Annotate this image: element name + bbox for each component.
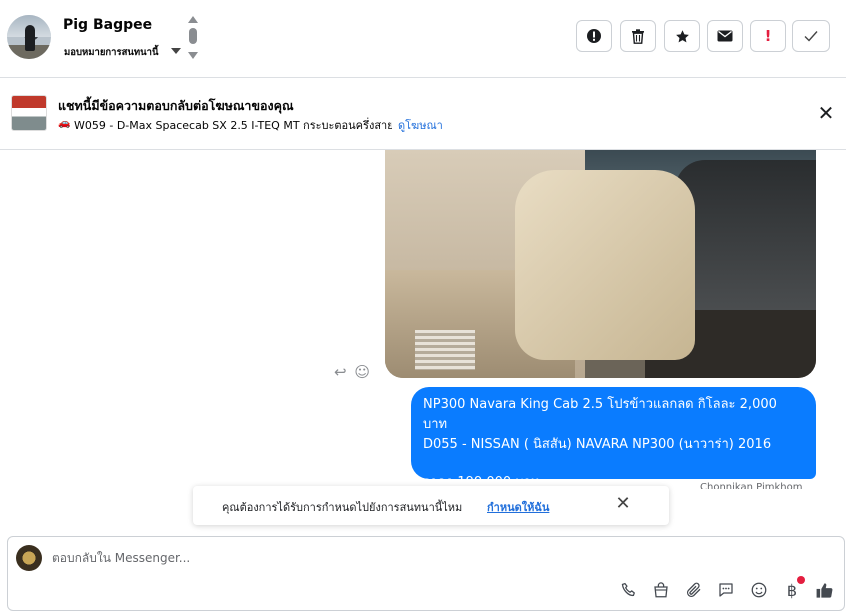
notification-dot: [797, 576, 805, 584]
star-icon: [675, 29, 689, 42]
page-avatar: [16, 545, 42, 571]
ad-description: W059 - D-Max Spacecab SX 2.5 I-TEQ MT กร…: [74, 119, 392, 132]
phone-icon[interactable]: [620, 581, 640, 601]
saved-replies-icon[interactable]: [717, 581, 737, 601]
caret-down-icon[interactable]: [171, 48, 181, 54]
notice-text: คุณต้องการได้รับการกำหนดไปยังการสนทนานี้…: [222, 501, 463, 514]
thumbs-up-icon[interactable]: [815, 581, 835, 601]
alert-circle-icon: [587, 29, 601, 43]
car-icon: 🚗: [58, 118, 71, 129]
ad-thumbnail[interactable]: [11, 95, 47, 131]
delete-button[interactable]: [620, 20, 656, 52]
baht-payment-icon[interactable]: ฿: [782, 581, 802, 601]
sender-name: Chonnikan Pimkhom: [700, 482, 803, 489]
shopping-bag-icon[interactable]: [652, 581, 672, 601]
important-button[interactable]: !: [750, 20, 786, 52]
message-photo[interactable]: [385, 150, 816, 378]
message-line-2: D055 - NISSAN ( นิสสัน) NAVARA NP300 (นา…: [423, 437, 772, 452]
assignment-notice: คุณต้องการได้รับการกำหนดไปยังการสนทนานี้…: [193, 486, 669, 525]
close-icon[interactable]: ✕: [614, 495, 632, 513]
assign-conversation-dropdown[interactable]: มอบหมายการสนทนานี้: [64, 45, 159, 60]
view-ad-link[interactable]: ดูโฆษณา: [398, 116, 443, 134]
checkmark-icon: [804, 31, 818, 42]
message-line-1: NP300 Navara King Cab 2.5 โปรข้าวแลกลด ก…: [423, 397, 777, 432]
reply-input[interactable]: [52, 551, 652, 565]
mail-button[interactable]: [707, 20, 743, 52]
scroll-handle[interactable]: [189, 28, 197, 44]
message-composer: ฿: [7, 536, 845, 611]
next-conversation-icon[interactable]: [188, 52, 198, 59]
previous-conversation-icon[interactable]: [188, 16, 198, 23]
message-actions: ↩ ☺: [334, 363, 370, 381]
envelope-icon: [717, 30, 733, 42]
star-button[interactable]: [664, 20, 700, 52]
emoji-icon[interactable]: [750, 581, 770, 601]
assign-to-me-link[interactable]: กำหนดให้ฉัน: [487, 498, 549, 516]
trash-icon: [632, 28, 644, 44]
conversation-header: Pig Bagpee มอบหมายการสนทนานี้ !: [0, 0, 846, 78]
ad-reply-banner: แชทนี้มีข้อความตอบกลับต่อโฆษณาของคุณ 🚗 W…: [0, 78, 846, 150]
react-smiley-icon[interactable]: ☺: [354, 363, 370, 381]
contact-avatar[interactable]: [7, 15, 51, 59]
close-icon[interactable]: ✕: [815, 102, 837, 124]
report-button[interactable]: [576, 20, 612, 52]
message-bubble[interactable]: NP300 Navara King Cab 2.5 โปรข้าวแลกลด ก…: [411, 387, 816, 490]
done-button[interactable]: [792, 20, 830, 52]
contact-name[interactable]: Pig Bagpee: [63, 17, 152, 33]
ad-banner-title: แชทนี้มีข้อความตอบกลับต่อโฆษณาของคุณ: [58, 98, 294, 113]
exclamation-icon: !: [764, 27, 772, 45]
reply-icon[interactable]: ↩: [334, 363, 347, 381]
attachment-icon[interactable]: [685, 581, 705, 601]
